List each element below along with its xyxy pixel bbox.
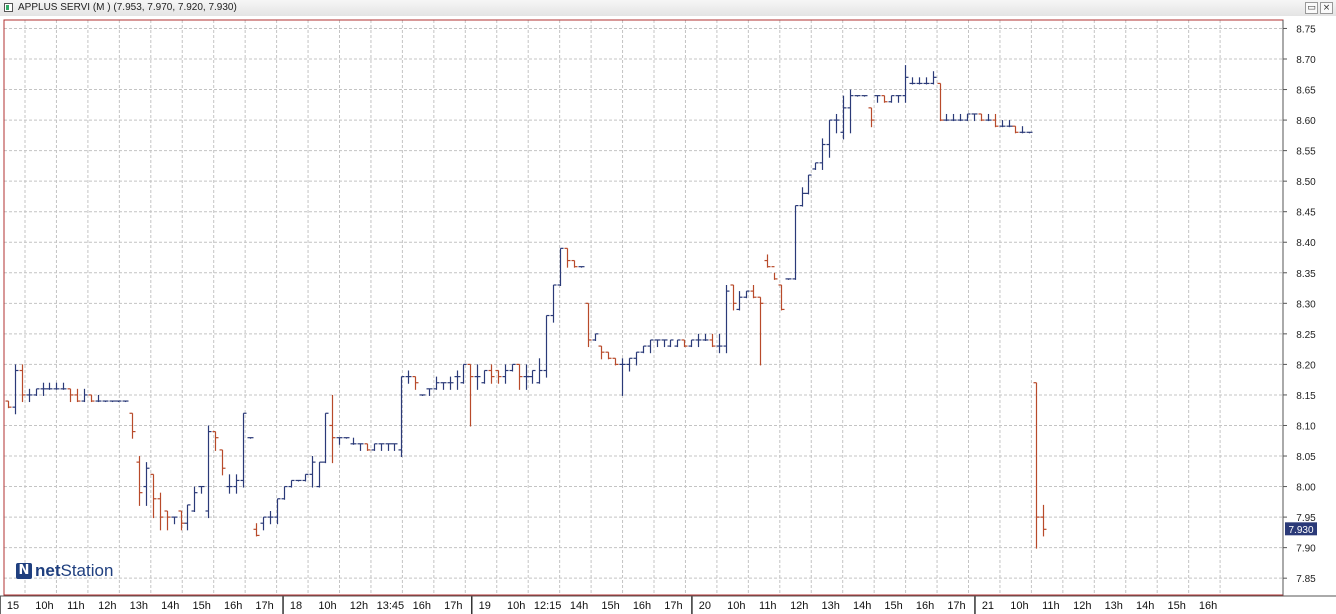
x-tick-label: 10h [318,600,336,612]
y-tick-label: 8.60 [1296,116,1316,127]
x-tick-label: 12h [790,600,808,612]
y-tick-label: 8.45 [1296,208,1316,219]
x-tick-label: 10h [507,600,525,612]
x-tick-label: 12h [350,600,368,612]
x-tick-label: 15 [7,600,19,612]
x-tick-label: 16h [916,600,934,612]
y-tick-label: 7.90 [1296,544,1316,555]
title-bar: APPLUS SERVI (M ) (7.953, 7.970, 7.920, … [0,0,1336,17]
x-tick-label: 17h [255,600,273,612]
x-tick-label: 11h [67,600,85,612]
y-tick-label: 8.30 [1296,299,1316,310]
y-tick-label: 8.35 [1296,269,1316,280]
x-tick-label: 19 [479,600,491,612]
chart-background [0,16,1336,614]
y-tick-label: 8.50 [1296,177,1316,188]
x-tick-label: 15h [601,600,619,612]
logo-text-station: Station [60,561,114,580]
x-tick-label: 10h [1010,600,1028,612]
x-tick-label: 17h [947,600,965,612]
y-tick-label: 8.15 [1296,391,1316,402]
logo-text-net: net [35,561,61,580]
x-tick-label: 11h [1042,600,1060,612]
x-tick-label: 13h [130,600,148,612]
x-tick-label: 21 [982,600,994,612]
y-tick-label: 8.40 [1296,238,1316,249]
x-tick-label: 16h [224,600,242,612]
y-tick-label: 8.55 [1296,147,1316,158]
x-tick-label: 17h [444,600,462,612]
y-tick-label: 8.10 [1296,421,1316,432]
x-tick-label: 10h [35,600,53,612]
y-tick-label: 8.70 [1296,55,1316,66]
x-tick-label: 15h [193,600,211,612]
x-tick-label: 14h [1136,600,1154,612]
chart-window-icon [4,3,13,12]
restore-button[interactable]: ▭ [1305,2,1318,14]
x-tick-label: 12h [1073,600,1091,612]
last-price-label: 7.930 [1288,525,1313,536]
x-tick-label: 13h [822,600,840,612]
x-tick-label: 13h [1105,600,1123,612]
y-tick-label: 8.65 [1296,86,1316,97]
x-tick-label: 16h [413,600,431,612]
x-tick-label: 10h [727,600,745,612]
y-tick-label: 7.85 [1296,574,1316,585]
y-tick-label: 8.05 [1296,452,1316,463]
x-tick-label: 11h [759,600,777,612]
x-tick-label: 12:15 [534,600,562,612]
netstation-logo-icon: N [16,563,32,579]
x-tick-label: 14h [853,600,871,612]
x-tick-label: 17h [664,600,682,612]
x-tick-label: 16h [1199,600,1217,612]
x-tick-label: 16h [633,600,651,612]
x-tick-label: 18 [290,600,302,612]
x-tick-label: 15h [884,600,902,612]
y-tick-label: 8.00 [1296,483,1316,494]
x-tick-label: 20 [699,600,711,612]
y-tick-label: 8.25 [1296,330,1316,341]
x-tick-label: 12h [98,600,116,612]
window-title: APPLUS SERVI (M ) (7.953, 7.970, 7.920, … [18,2,237,13]
close-button[interactable]: × [1320,2,1333,14]
y-tick-label: 8.75 [1296,24,1316,35]
x-tick-label: 15h [1167,600,1185,612]
x-tick-label: 13:45 [377,600,405,612]
netstation-logo: N net Station [16,560,113,582]
x-tick-label: 14h [570,600,588,612]
y-tick-label: 8.20 [1296,360,1316,371]
price-chart[interactable]: 7.857.907.958.008.058.108.158.208.258.30… [0,16,1336,614]
x-tick-label: 14h [161,600,179,612]
